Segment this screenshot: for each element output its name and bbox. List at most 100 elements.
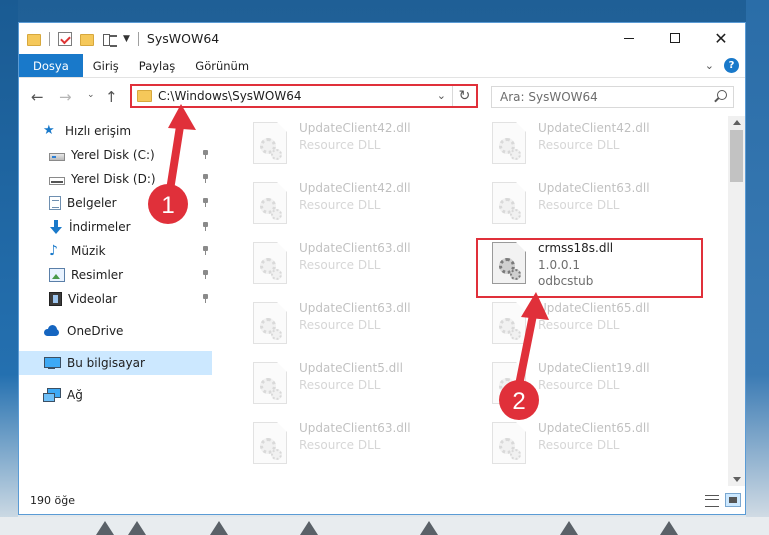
computer-icon (43, 356, 61, 370)
toolbar-divider (137, 31, 139, 46)
scroll-down-icon[interactable] (733, 477, 741, 482)
list-item[interactable]: UpdateClient42.dll Resource DLL (241, 176, 471, 232)
maximize-button[interactable] (652, 23, 698, 53)
dll-file-icon (253, 242, 287, 284)
pin-icon[interactable] (202, 174, 209, 183)
details-view-icon[interactable] (705, 494, 719, 507)
list-item[interactable]: UpdateClient63.dll Resource DLL (241, 296, 471, 352)
sidebar-item-label: Belgeler (67, 196, 117, 210)
file-type: Resource DLL (538, 438, 620, 452)
list-item[interactable]: UpdateClient42.dll Resource DLL (480, 116, 710, 172)
list-item[interactable]: UpdateClient65.dll Resource DLL (480, 296, 710, 352)
tab-file[interactable]: Dosya (19, 54, 83, 77)
file-name: UpdateClient63.dll (538, 181, 650, 195)
up-arrow-icon[interactable]: ↑ (105, 88, 118, 106)
list-item[interactable]: UpdateClient19.dll Resource DLL (480, 356, 710, 412)
star-icon: ★ (43, 123, 55, 138)
file-type: Resource DLL (538, 138, 620, 152)
sidebar-item-label: Müzik (71, 244, 106, 258)
file-type: Resource DLL (538, 198, 620, 212)
music-icon: ♪ (49, 243, 58, 259)
pin-icon[interactable] (202, 246, 209, 255)
item-count: 190 öğe (30, 493, 75, 507)
properties-icon[interactable] (58, 31, 72, 46)
scroll-up-icon[interactable] (733, 120, 741, 125)
sidebar-item-videos[interactable]: Videolar (19, 287, 213, 311)
sidebar-item-downloads[interactable]: İndirmeler (19, 215, 213, 239)
large-icons-view-icon[interactable] (725, 493, 741, 507)
sidebar-item-this-pc[interactable]: Bu bilgisayar (19, 351, 212, 375)
sidebar-item-local-disk-d[interactable]: Yerel Disk (D:) (19, 167, 213, 191)
window-title: SysWOW64 (146, 31, 220, 46)
toolbar-divider (49, 31, 50, 46)
list-item[interactable]: UpdateClient63.dll Resource DLL (241, 236, 471, 292)
list-item[interactable]: UpdateClient65.dll Resource DLL (480, 416, 710, 472)
file-type: Resource DLL (299, 438, 381, 452)
list-item[interactable]: UpdateClient5.dll Resource DLL (241, 356, 471, 412)
navigation-bar: ← → ⌄ ↑ C:\Windows\SysWOW64 ⌄ ↻ Ara: Sys… (19, 78, 745, 114)
cloud-icon (43, 324, 61, 338)
sidebar-item-music[interactable]: ♪ Müzik (19, 239, 213, 263)
network-icon (43, 388, 61, 402)
refresh-icon[interactable]: ↻ (452, 86, 476, 106)
vertical-scrollbar[interactable] (728, 116, 745, 486)
pin-icon[interactable] (202, 270, 209, 279)
expand-ribbon-chevron-icon[interactable]: ⌄ (705, 59, 714, 72)
recent-locations-chevron-icon[interactable]: ⌄ (87, 90, 95, 100)
close-button[interactable]: ✕ (698, 23, 744, 53)
new-folder-icon[interactable] (80, 33, 94, 46)
back-arrow-icon[interactable]: ← (31, 88, 44, 106)
file-type: Resource DLL (538, 318, 620, 332)
sidebar-item-quick-access[interactable]: ★ Hızlı erişim (19, 119, 213, 143)
scroll-thumb[interactable] (730, 130, 743, 182)
dll-file-icon (492, 182, 526, 224)
status-bar: 190 öğe (19, 486, 745, 514)
list-item[interactable]: UpdateClient63.dll Resource DLL (241, 416, 471, 472)
sidebar-item-onedrive[interactable]: OneDrive (19, 319, 213, 343)
file-name: UpdateClient19.dll (538, 361, 650, 375)
sidebar-item-local-disk-c[interactable]: Yerel Disk (C:) (19, 143, 213, 167)
address-bar[interactable]: C:\Windows\SysWOW64 ⌄ ↻ (130, 84, 478, 108)
search-input[interactable]: Ara: SysWOW64 (491, 86, 734, 108)
file-name: UpdateClient63.dll (299, 421, 411, 435)
dll-file-icon (253, 182, 287, 224)
pin-icon[interactable] (202, 222, 209, 231)
pin-icon[interactable] (202, 150, 209, 159)
file-explorer-window: ▼ SysWOW64 ✕ Dosya Giriş Paylaş Görünüm … (18, 22, 746, 515)
dll-file-icon (492, 362, 526, 404)
sidebar-item-label: OneDrive (67, 324, 124, 338)
search-placeholder: Ara: SysWOW64 (500, 90, 598, 104)
tab-home[interactable]: Giriş (83, 54, 129, 77)
list-item[interactable]: UpdateClient63.dll Resource DLL (480, 176, 710, 232)
drive-icon (49, 176, 65, 185)
pictures-icon (49, 268, 65, 282)
forward-arrow-icon[interactable]: → (59, 88, 72, 106)
search-icon[interactable] (717, 90, 727, 100)
videos-icon (49, 292, 62, 306)
customize-toolbar-chevron-icon[interactable]: ▼ (123, 34, 130, 44)
sidebar-item-pictures[interactable]: Resimler (19, 263, 213, 287)
file-name: UpdateClient65.dll (538, 421, 650, 435)
address-dropdown-chevron-icon[interactable]: ⌄ (437, 89, 446, 102)
sidebar-item-label: İndirmeler (69, 220, 131, 234)
sidebar-item-documents[interactable]: Belgeler (19, 191, 213, 215)
help-icon[interactable]: ? (724, 58, 739, 73)
tab-view[interactable]: Görünüm (185, 54, 259, 77)
folder-icon (27, 33, 41, 46)
address-path[interactable]: C:\Windows\SysWOW64 (158, 89, 302, 103)
minimize-button[interactable] (606, 23, 652, 53)
drive-icon (49, 152, 65, 161)
file-name: UpdateClient63.dll (299, 301, 411, 315)
tab-share[interactable]: Paylaş (129, 54, 186, 77)
sidebar-item-network[interactable]: Ağ (19, 383, 213, 407)
view-options-icon[interactable] (102, 32, 118, 47)
list-item[interactable]: UpdateClient42.dll Resource DLL (241, 116, 471, 172)
sidebar-item-label: Resimler (71, 268, 124, 282)
dll-file-icon (253, 362, 287, 404)
sidebar-item-label: Videolar (68, 292, 118, 306)
file-type: Resource DLL (538, 378, 620, 392)
sidebar-item-label: Hızlı erişim (65, 124, 132, 138)
pin-icon[interactable] (202, 294, 209, 303)
dll-file-icon (492, 302, 526, 344)
pin-icon[interactable] (202, 198, 209, 207)
